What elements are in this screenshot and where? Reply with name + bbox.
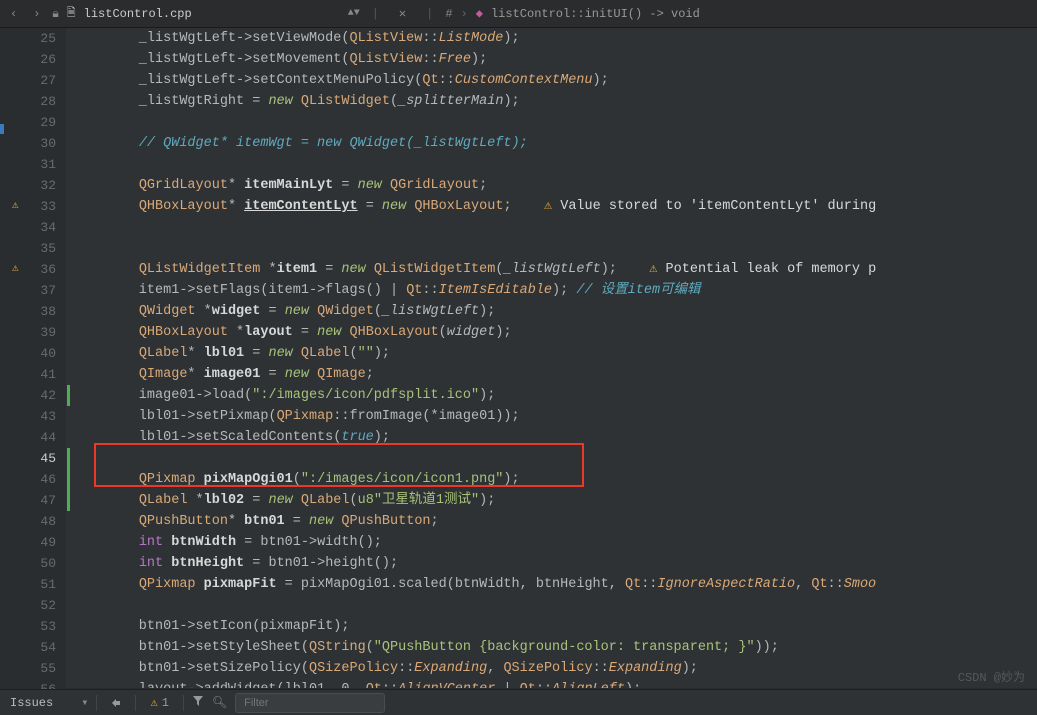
line-number[interactable]: 52 bbox=[10, 595, 66, 616]
code-line[interactable] bbox=[74, 448, 1037, 469]
code-line[interactable]: QListWidgetItem *item1 = new QListWidget… bbox=[74, 259, 1037, 280]
code-line[interactable]: layout->addWidget(lbl01. 0. Qt::AlignVCe… bbox=[74, 679, 1037, 688]
code-line[interactable]: QHBoxLayout *layout = new QHBoxLayout(wi… bbox=[74, 322, 1037, 343]
code-line[interactable] bbox=[74, 595, 1037, 616]
warning-icon: ⚠ bbox=[150, 695, 157, 710]
line-number[interactable]: 48 bbox=[10, 511, 66, 532]
line-number[interactable]: 46 bbox=[10, 469, 66, 490]
line-number[interactable]: 51 bbox=[10, 574, 66, 595]
line-number[interactable]: 39 bbox=[10, 322, 66, 343]
line-number[interactable]: 44 bbox=[10, 427, 66, 448]
line-number[interactable]: 43 bbox=[10, 406, 66, 427]
line-number[interactable]: 35 bbox=[10, 238, 66, 259]
function-breadcrumb[interactable]: listControl::initUI() -> void bbox=[491, 7, 700, 21]
file-name[interactable]: listControl.cpp bbox=[84, 7, 192, 21]
line-number[interactable]: 34 bbox=[10, 217, 66, 238]
line-number[interactable]: 36 bbox=[10, 259, 66, 280]
line-number[interactable]: 37 bbox=[10, 280, 66, 301]
hash-icon: # bbox=[445, 7, 452, 21]
line-number[interactable]: 55 bbox=[10, 658, 66, 679]
toolbar-separator: | bbox=[368, 7, 383, 21]
code-line[interactable]: lbl01->setScaledContents(true); bbox=[74, 427, 1037, 448]
line-number[interactable]: 28 bbox=[10, 91, 66, 112]
filter-icon[interactable] bbox=[192, 695, 204, 711]
code-content[interactable]: _listWgtLeft->setViewMode(QListView::Lis… bbox=[66, 28, 1037, 688]
bottom-status-bar: Issues ▾ ⚠ 1 🔍︎ bbox=[0, 689, 1037, 715]
lock-icon[interactable]: 🔒︎ bbox=[52, 7, 58, 21]
code-line[interactable]: item1->setFlags(item1->flags() | Qt::Ite… bbox=[74, 280, 1037, 301]
line-number[interactable]: 45 bbox=[10, 448, 66, 469]
code-line[interactable]: QPixmap pixMapOgi01(":/images/icon/icon1… bbox=[74, 469, 1037, 490]
code-line[interactable]: int btnHeight = btn01->height(); bbox=[74, 553, 1037, 574]
code-line[interactable]: _listWgtRight = new QListWidget(_splitte… bbox=[74, 91, 1037, 112]
filter-input[interactable] bbox=[235, 693, 385, 713]
line-number[interactable]: 25 bbox=[10, 28, 66, 49]
watermark: CSDN @妙为 bbox=[958, 668, 1025, 685]
code-line[interactable]: QLabel* lbl01 = new QLabel(""); bbox=[74, 343, 1037, 364]
code-line[interactable]: lbl01->setPixmap(QPixmap::fromImage(*ima… bbox=[74, 406, 1037, 427]
warning-count[interactable]: ⚠ 1 bbox=[144, 695, 174, 710]
line-number[interactable]: 53 bbox=[10, 616, 66, 637]
line-number[interactable]: 50 bbox=[10, 553, 66, 574]
code-line[interactable]: _listWgtLeft->setViewMode(QListView::Lis… bbox=[74, 28, 1037, 49]
line-number[interactable]: 26 bbox=[10, 49, 66, 70]
code-line[interactable]: image01->load(":/images/icon/pdfsplit.ic… bbox=[74, 385, 1037, 406]
line-number[interactable]: 40 bbox=[10, 343, 66, 364]
close-icon[interactable]: ✕ bbox=[391, 6, 414, 21]
line-number[interactable]: 32 bbox=[10, 175, 66, 196]
line-number[interactable]: 49 bbox=[10, 532, 66, 553]
code-line[interactable]: QPushButton* btn01 = new QPushButton; bbox=[74, 511, 1037, 532]
code-line[interactable] bbox=[74, 217, 1037, 238]
nav-forward-icon[interactable]: › bbox=[29, 7, 44, 21]
line-number[interactable]: 54 bbox=[10, 637, 66, 658]
code-editor[interactable]: 2526272829303132333435363738394041424344… bbox=[0, 28, 1037, 688]
code-line[interactable]: QGridLayout* itemMainLyt = new QGridLayo… bbox=[74, 175, 1037, 196]
code-line[interactable] bbox=[74, 154, 1037, 175]
code-line[interactable]: QLabel *lbl02 = new QLabel(u8"卫星轨道1测试"); bbox=[74, 490, 1037, 511]
member-icon: ◆ bbox=[476, 6, 483, 21]
code-line[interactable] bbox=[74, 112, 1037, 133]
code-line[interactable]: btn01->setStyleSheet(QString("QPushButto… bbox=[74, 637, 1037, 658]
code-line[interactable]: btn01->setSizePolicy(QSizePolicy::Expand… bbox=[74, 658, 1037, 679]
line-number[interactable]: 42 bbox=[10, 385, 66, 406]
code-line[interactable]: QWidget *widget = new QWidget(_listWgtLe… bbox=[74, 301, 1037, 322]
code-line[interactable]: QPixmap pixmapFit = pixMapOgi01.scaled(b… bbox=[74, 574, 1037, 595]
code-line[interactable]: int btnWidth = btn01->width(); bbox=[74, 532, 1037, 553]
line-number[interactable]: 38 bbox=[10, 301, 66, 322]
combo-arrow-icon[interactable]: ▲▼ bbox=[348, 8, 360, 19]
search-icon: 🔍︎ bbox=[212, 695, 227, 710]
toolbar-separator: | bbox=[422, 7, 437, 21]
issues-tab[interactable]: Issues bbox=[10, 696, 73, 710]
line-number[interactable]: 31 bbox=[10, 154, 66, 175]
code-line[interactable]: btn01->setIcon(pixmapFit); bbox=[74, 616, 1037, 637]
line-number[interactable]: 27 bbox=[10, 70, 66, 91]
code-line[interactable]: QImage* image01 = new QImage; bbox=[74, 364, 1037, 385]
code-line[interactable]: QHBoxLayout* itemContentLyt = new QHBoxL… bbox=[74, 196, 1037, 217]
breadcrumb-arrow-icon: › bbox=[461, 7, 468, 21]
line-number[interactable]: 41 bbox=[10, 364, 66, 385]
code-line[interactable]: // QWidget* itemWgt = new QWidget(_listW… bbox=[74, 133, 1037, 154]
code-line[interactable]: _listWgtLeft->setMovement(QListView::Fre… bbox=[74, 49, 1037, 70]
nav-back-icon[interactable]: ‹ bbox=[6, 7, 21, 21]
code-line[interactable] bbox=[74, 238, 1037, 259]
locate-icon[interactable] bbox=[105, 693, 127, 713]
file-icon: 🗎 bbox=[67, 4, 76, 23]
line-number[interactable]: 47 bbox=[10, 490, 66, 511]
line-number-gutter[interactable]: 2526272829303132333435363738394041424344… bbox=[10, 28, 66, 688]
line-number[interactable]: 30 bbox=[10, 133, 66, 154]
fold-column bbox=[0, 28, 10, 688]
top-toolbar: ‹ › 🔒︎ 🗎 listControl.cpp ▲▼ | ✕ | # › ◆ … bbox=[0, 0, 1037, 28]
chevron-down-icon[interactable]: ▾ bbox=[81, 695, 88, 710]
warning-count-value: 1 bbox=[162, 696, 169, 710]
code-line[interactable]: _listWgtLeft->setContextMenuPolicy(Qt::C… bbox=[74, 70, 1037, 91]
line-number[interactable]: 29 bbox=[10, 112, 66, 133]
line-number[interactable]: 33 bbox=[10, 196, 66, 217]
